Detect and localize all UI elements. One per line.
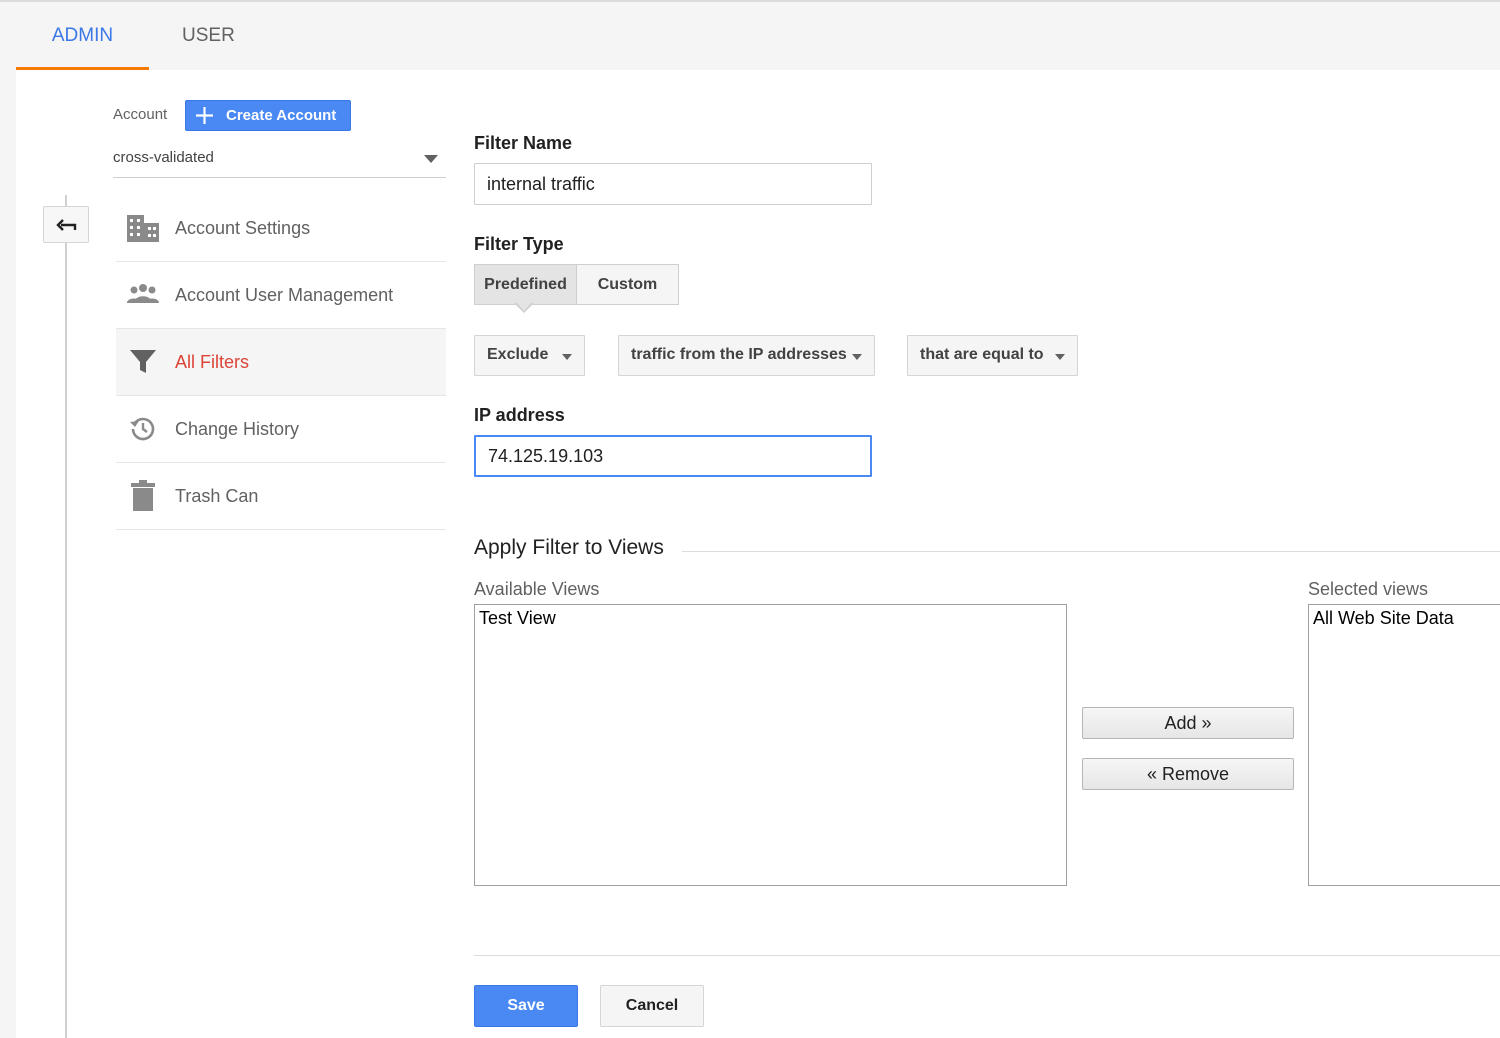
selected-views-label: Selected views — [1308, 579, 1429, 599]
expression-dropdown[interactable]: that are equal to — [907, 335, 1078, 376]
chevron-down-icon — [1055, 354, 1065, 360]
dropdown-value: that are equal to — [920, 346, 1044, 363]
available-views-list[interactable]: Test View — [474, 604, 1067, 886]
filter-icon — [124, 342, 162, 382]
tab-bar: ADMIN USER — [0, 2, 1500, 70]
nav-label: Account User Management — [175, 284, 394, 305]
tab-user[interactable]: USER — [182, 2, 235, 70]
custom-option[interactable]: Custom — [577, 265, 678, 304]
filter-name-input[interactable] — [474, 163, 872, 205]
account-label: Account — [113, 106, 168, 123]
trash-icon — [124, 476, 162, 516]
dropdown-value: traffic from the IP addresses — [631, 346, 847, 363]
nav-label: Trash Can — [175, 485, 259, 506]
chevron-down-icon — [852, 354, 862, 360]
admin-nav: Account Settings Account User Management… — [116, 195, 446, 530]
nav-item-change-history[interactable]: Change History — [116, 396, 446, 463]
nav-label: All Filters — [175, 351, 250, 372]
tab-admin[interactable]: ADMIN — [16, 2, 149, 70]
predefined-option[interactable]: Predefined — [475, 265, 577, 304]
nav-label: Change History — [175, 418, 300, 439]
traffic-source-dropdown[interactable]: traffic from the IP addresses — [618, 335, 875, 376]
nav-item-trash-can[interactable]: Trash Can — [116, 463, 446, 530]
selected-views-list[interactable]: All Web Site Data — [1308, 604, 1500, 886]
plus-icon — [196, 107, 213, 124]
nav-label: Account Settings — [175, 217, 311, 238]
list-item[interactable]: All Web Site Data — [1313, 607, 1496, 629]
exclude-dropdown[interactable]: Exclude — [474, 335, 585, 376]
nav-rail-line — [65, 195, 67, 1038]
ip-address-label: IP address — [474, 405, 565, 425]
list-item[interactable]: Test View — [479, 607, 1062, 629]
back-button[interactable] — [43, 206, 89, 243]
history-icon — [124, 409, 162, 449]
nav-item-account-user-management[interactable]: Account User Management — [116, 262, 446, 329]
nav-item-account-settings[interactable]: Account Settings — [116, 195, 446, 262]
remove-view-button[interactable]: « Remove — [1082, 758, 1294, 790]
section-divider — [682, 551, 1500, 552]
apply-filter-heading: Apply Filter to Views — [474, 536, 664, 559]
add-view-button[interactable]: Add » — [1082, 707, 1294, 739]
toggle-pointer-fill — [516, 302, 532, 311]
nav-item-all-filters[interactable]: All Filters — [116, 329, 446, 396]
filter-name-label: Filter Name — [474, 133, 573, 153]
actions-divider — [474, 955, 1500, 956]
dropdown-value: Exclude — [487, 346, 549, 363]
create-account-button[interactable]: Create Account — [185, 100, 351, 131]
people-icon — [124, 275, 162, 315]
cancel-button[interactable]: Cancel — [600, 985, 704, 1027]
available-views-label: Available Views — [474, 579, 600, 599]
ip-address-input[interactable] — [474, 435, 872, 477]
chevron-down-icon — [424, 155, 438, 163]
create-account-label: Create Account — [226, 107, 337, 124]
left-gutter — [0, 70, 16, 1038]
filter-type-label: Filter Type — [474, 234, 564, 254]
account-selected-value: cross-validated — [113, 149, 214, 166]
chevron-down-icon — [562, 354, 572, 360]
save-button[interactable]: Save — [474, 985, 578, 1027]
building-icon — [124, 208, 162, 248]
account-selector[interactable]: cross-validated — [113, 140, 446, 178]
back-arrow-icon — [56, 218, 77, 231]
filter-type-toggle: Predefined Custom — [474, 264, 679, 305]
